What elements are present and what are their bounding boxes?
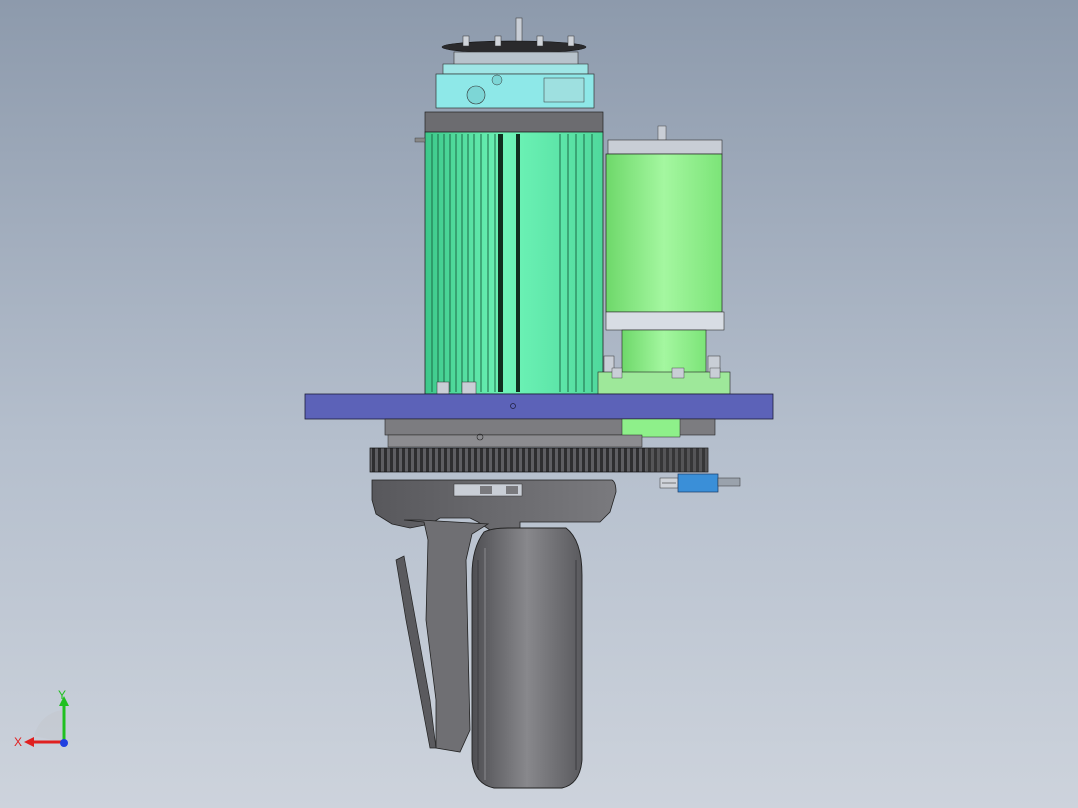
x-axis-label: X [14,735,22,749]
brake-unit[interactable] [597,125,731,395]
cad-viewport[interactable]: Y X [0,0,1078,808]
drive-wheel[interactable] [471,527,583,789]
drive-wheel-assembly-model[interactable] [0,0,1078,808]
traction-motor[interactable] [414,111,604,395]
y-axis-label: Y [58,688,66,702]
slewing-ring[interactable] [369,418,716,473]
triad-plane-icon [34,710,62,742]
mounting-plate[interactable] [304,393,774,420]
z-axis-dot [60,739,68,747]
axis-triad: Y X [14,688,69,749]
top-cover[interactable] [435,17,595,109]
position-sensor[interactable] [659,473,741,493]
